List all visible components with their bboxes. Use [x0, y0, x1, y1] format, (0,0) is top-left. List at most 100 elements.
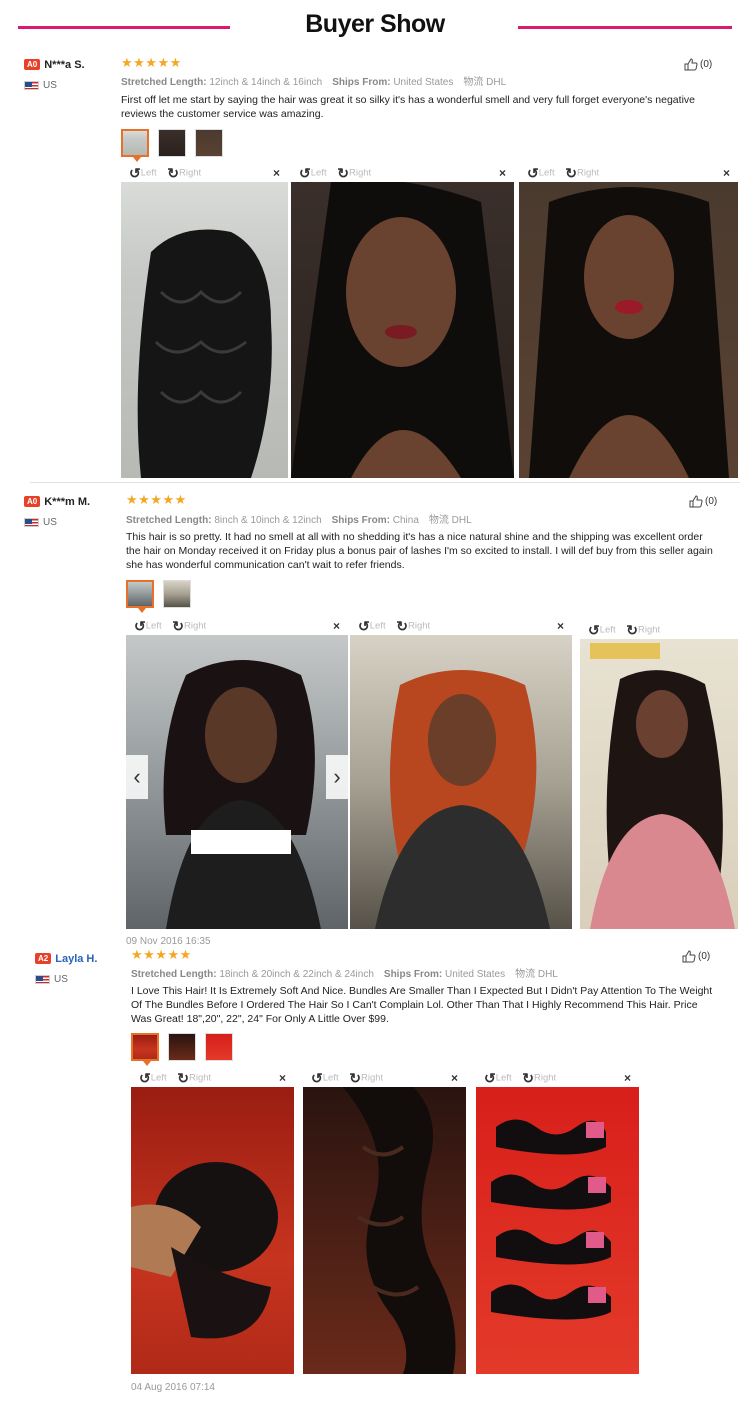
reviewer-name: K***m M. [44, 495, 91, 508]
rotate-right-icon[interactable]: ↻ [522, 1071, 534, 1085]
rotate-right-icon[interactable]: ↻ [349, 1071, 361, 1085]
rotate-left-icon[interactable]: ↺ [129, 166, 141, 180]
rating-stars: ★★★★★ [121, 55, 182, 70]
rotate-right-label[interactable]: Right [361, 1073, 383, 1084]
close-icon[interactable]: × [273, 166, 280, 180]
reviewer-name: N***a S. [44, 58, 85, 71]
close-icon[interactable]: × [333, 619, 340, 633]
rotate-right-icon[interactable]: ↻ [337, 166, 349, 180]
photo-image [131, 1087, 294, 1374]
review-2: A0 K***m M. US ★★★★★ Stretched Length: 8i… [0, 492, 750, 947]
reviewer-country: US [35, 974, 135, 985]
photo-thumbnails [121, 129, 232, 162]
rotate-left-icon[interactable]: ↺ [134, 619, 146, 633]
rotate-left-label[interactable]: Left [496, 1073, 512, 1084]
photo-toolbar: ↺Left ↻Right × [126, 619, 348, 635]
like-button[interactable]: (0) [684, 58, 712, 71]
rotate-right-icon[interactable]: ↻ [177, 1071, 189, 1085]
close-icon[interactable]: × [279, 1071, 286, 1085]
rotate-left-label[interactable]: Left [146, 621, 162, 632]
review-photo: ↺Left ↻Right × [519, 166, 738, 478]
photo-toolbar: ↺Left ↻Right × [291, 166, 514, 182]
photo-image [350, 635, 572, 929]
rotate-right-label[interactable]: Right [189, 1073, 211, 1084]
rotate-right-label[interactable]: Right [349, 168, 371, 179]
rotate-right-label[interactable]: Right [184, 621, 206, 632]
thumbs-up-icon [684, 58, 698, 71]
rotate-left-label[interactable]: Left [151, 1073, 167, 1084]
rotate-right-icon[interactable]: ↻ [172, 619, 184, 633]
rotate-right-label[interactable]: Right [179, 168, 201, 179]
close-icon[interactable]: × [451, 1071, 458, 1085]
photo-toolbar: ↺Left ↻Right [580, 623, 738, 639]
review-text: First off let me start by saying the hai… [121, 94, 695, 120]
rotate-left-label[interactable]: Left [370, 621, 386, 632]
rotate-right-label[interactable]: Right [534, 1073, 556, 1084]
photo-image [291, 179, 514, 478]
photo-thumbnail[interactable] [163, 580, 191, 608]
photo-thumbnail[interactable] [126, 580, 154, 613]
photo-thumbnail[interactable] [158, 129, 186, 157]
close-icon[interactable]: × [499, 166, 506, 180]
photo-thumbnail[interactable] [168, 1033, 196, 1061]
rotate-left-icon[interactable]: ↺ [139, 1071, 151, 1085]
photo-image [303, 1087, 466, 1374]
photo-thumbnail[interactable] [121, 129, 149, 162]
rotate-left-label[interactable]: Left [600, 625, 616, 636]
next-photo-button[interactable]: › [326, 755, 348, 799]
photo-toolbar: ↺Left ↻Right × [519, 166, 738, 182]
rotate-left-label[interactable]: Left [323, 1073, 339, 1084]
like-button[interactable]: (0) [682, 950, 710, 963]
photo-image [519, 182, 738, 478]
review-photo: ↺Left ↻Right × [476, 1071, 639, 1374]
reviewer-name[interactable]: Layla H. [55, 953, 97, 965]
order-meta: Stretched Length: 8inch & 10inch & 12inc… [126, 515, 472, 526]
rotate-right-label[interactable]: Right [408, 621, 430, 632]
rotate-left-icon[interactable]: ↺ [358, 619, 370, 633]
review-text: This hair is so pretty. It had no smell … [126, 531, 713, 571]
review-text: I Love This Hair! It Is Extremely Soft A… [131, 985, 713, 1025]
photo-toolbar: ↺Left ↻Right × [131, 1071, 294, 1087]
photo-image [580, 639, 738, 929]
photo-thumbnail[interactable] [131, 1033, 159, 1066]
rotate-left-icon[interactable]: ↺ [311, 1071, 323, 1085]
rotate-right-icon[interactable]: ↻ [167, 166, 179, 180]
photo-toolbar: ↺Left ↻Right × [121, 166, 288, 182]
rotate-right-icon[interactable]: ↻ [626, 623, 638, 637]
rotate-left-label[interactable]: Left [141, 168, 157, 179]
header-divider-right [518, 26, 732, 29]
like-button[interactable]: (0) [689, 495, 717, 508]
order-meta: Stretched Length: 12inch & 14inch & 16in… [121, 77, 507, 88]
photo-thumbnail[interactable] [195, 129, 223, 157]
photo-thumbnails [131, 1033, 242, 1066]
photo-toolbar: ↺Left ↻Right × [350, 619, 572, 635]
rotate-right-icon[interactable]: ↻ [396, 619, 408, 633]
close-icon[interactable]: × [624, 1071, 631, 1085]
level-badge: A0 [24, 496, 41, 508]
reviewer-info: A0 K***m M. US [24, 493, 124, 528]
review-photo: ↺Left ↻Right × [291, 166, 514, 478]
rotate-right-label[interactable]: Right [577, 168, 599, 179]
review-photo: ↺Left ↻Right × ‹ › [126, 619, 348, 929]
review-photo: ↺Left ↻Right × [303, 1071, 466, 1374]
close-icon[interactable]: × [557, 619, 564, 633]
rotate-left-icon[interactable]: ↺ [588, 623, 600, 637]
photo-thumbnails [126, 580, 200, 613]
reviewer-info: A2 Layla H. US [35, 950, 135, 985]
photo-image: ‹ › [126, 635, 348, 929]
rotate-left-icon[interactable]: ↺ [527, 166, 539, 180]
rotate-left-label[interactable]: Left [539, 168, 555, 179]
review-photo: ↺Left ↻Right [580, 623, 738, 929]
us-flag-icon [24, 80, 39, 90]
rotate-left-icon[interactable]: ↺ [484, 1071, 496, 1085]
review-photo: ↺Left ↻Right × [131, 1071, 294, 1374]
rotate-right-label[interactable]: Right [638, 625, 660, 636]
rotate-left-label[interactable]: Left [311, 168, 327, 179]
previous-photo-button[interactable]: ‹ [126, 755, 148, 799]
rotate-left-icon[interactable]: ↺ [299, 166, 311, 180]
photo-thumbnail[interactable] [205, 1033, 233, 1061]
close-icon[interactable]: × [723, 166, 730, 180]
photo-toolbar: ↺Left ↻Right × [303, 1071, 466, 1087]
rotate-right-icon[interactable]: ↻ [565, 166, 577, 180]
buyer-show-header: Buyer Show [0, 0, 750, 56]
